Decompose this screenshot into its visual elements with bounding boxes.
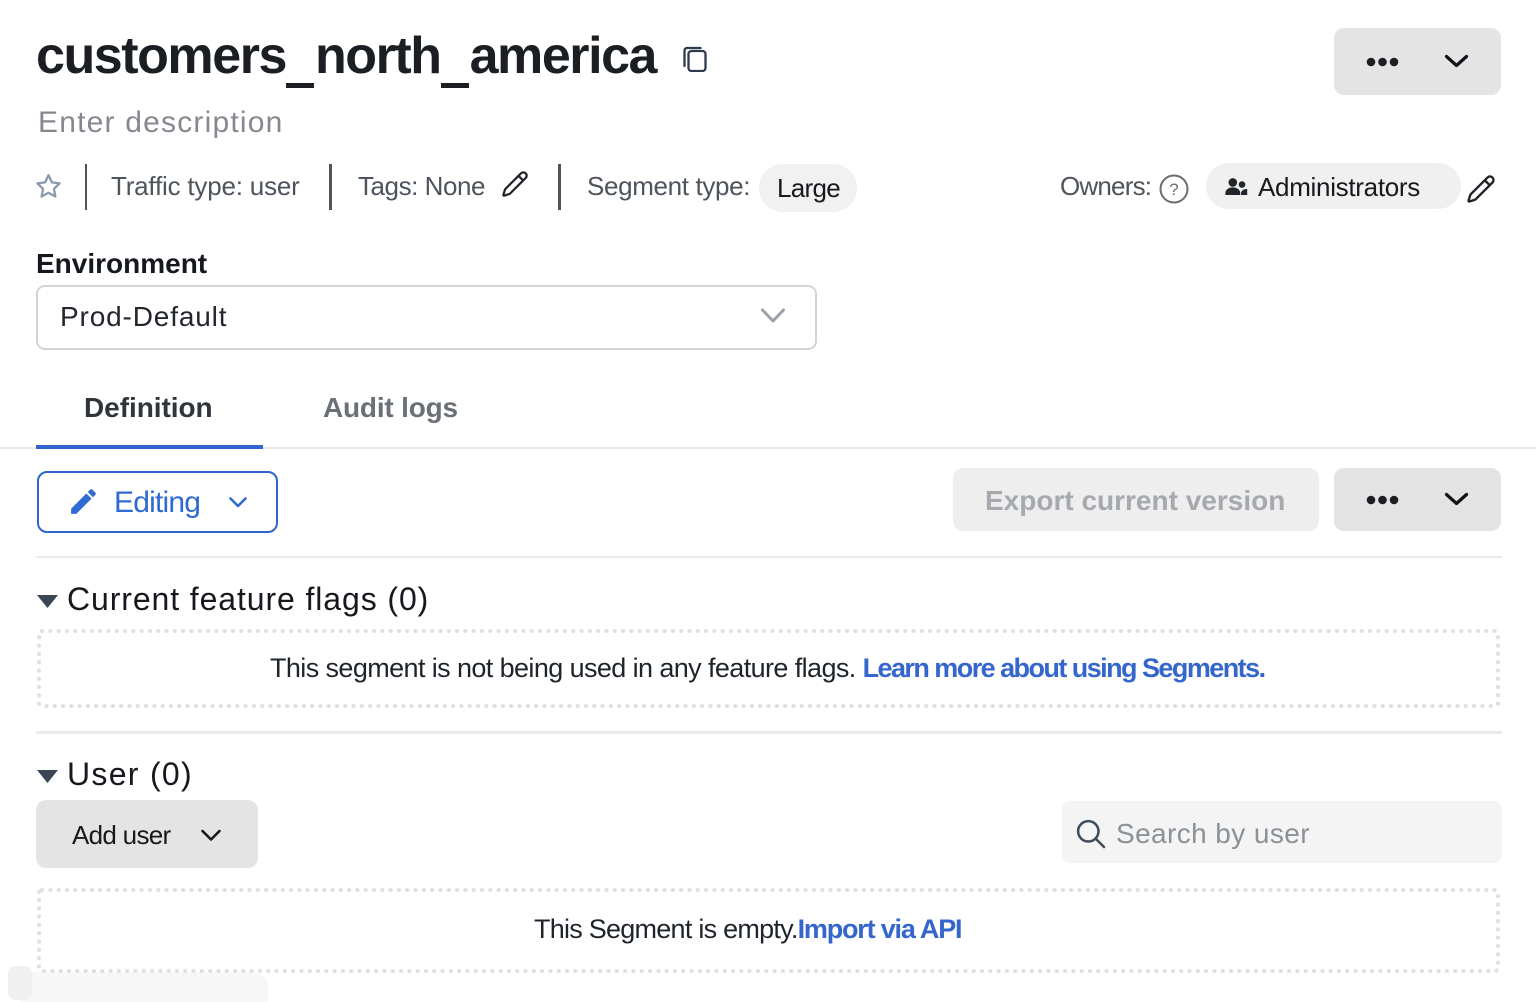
svg-text:?: ?	[1169, 180, 1178, 199]
